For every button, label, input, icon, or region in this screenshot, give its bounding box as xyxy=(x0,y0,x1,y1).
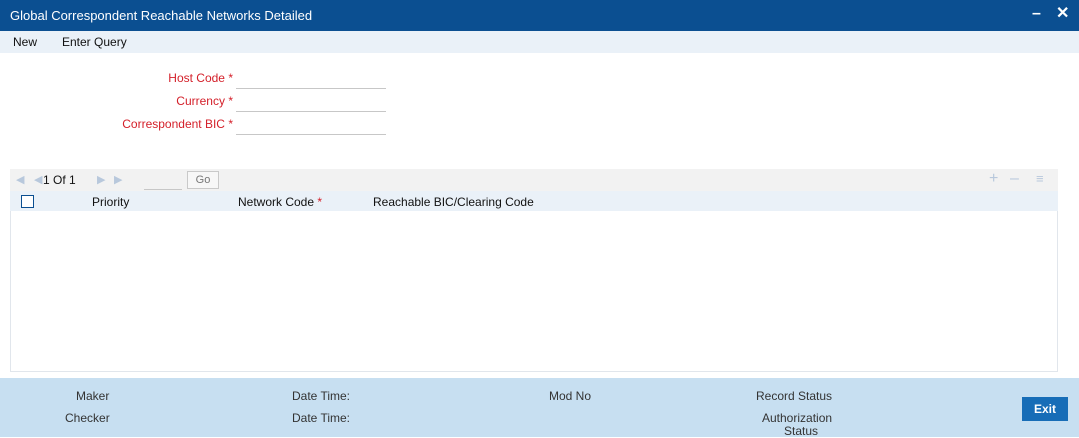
menu-enter-query[interactable]: Enter Query xyxy=(62,35,127,49)
column-network-code[interactable]: Network Code * xyxy=(238,195,322,209)
authorization-status-label-line1: Authorization xyxy=(762,411,833,425)
next-page-icon[interactable]: ▶ xyxy=(97,173,105,186)
correspondent-bic-row: Correspondent BIC * xyxy=(0,115,233,135)
page-number-input[interactable] xyxy=(144,173,182,190)
last-page-icon[interactable]: ▶​ xyxy=(114,173,122,186)
mod-no-label: Mod No xyxy=(549,389,592,403)
delete-row-icon[interactable]: – xyxy=(1010,170,1019,188)
audit-footer: Maker Checker Date Time: Date Time: Mod … xyxy=(0,378,1079,438)
currency-label: Currency * xyxy=(176,94,233,108)
authorization-status-label-line2: Status xyxy=(784,424,819,438)
title-bar: Global Correspondent Reachable Networks … xyxy=(0,0,1079,31)
minimize-button[interactable]: – xyxy=(1032,5,1041,23)
first-page-icon[interactable]: ◀​ xyxy=(16,173,24,186)
column-reachable-bic[interactable]: Reachable BIC/Clearing Code xyxy=(373,195,534,209)
host-code-input[interactable] xyxy=(236,70,386,89)
go-button[interactable]: Go xyxy=(187,171,219,189)
single-view-icon[interactable]: ≡ xyxy=(1036,171,1044,186)
maker-label: Maker xyxy=(76,389,110,403)
checker-label: Checker xyxy=(65,411,110,425)
page-indicator: 1 Of 1 xyxy=(43,173,76,187)
grid-toolbar: ◀​ ◀ 1 Of 1 ▶ ▶​ Go + – ≡ xyxy=(10,169,1058,191)
close-button[interactable]: ✕ xyxy=(1056,5,1069,23)
maker-date-time-label: Date Time: xyxy=(292,389,351,403)
prev-page-icon[interactable]: ◀ xyxy=(34,173,42,186)
currency-row: Currency * xyxy=(0,92,233,112)
exit-button[interactable]: Exit xyxy=(1022,397,1068,421)
correspondent-bic-label: Correspondent BIC * xyxy=(122,117,233,131)
grid-header: Priority Network Code * Reachable BIC/Cl… xyxy=(10,191,1058,211)
grid-body xyxy=(10,211,1058,372)
host-code-row: Host Code * xyxy=(0,69,233,89)
host-code-label: Host Code * xyxy=(168,71,233,85)
menu-bar: New Enter Query xyxy=(0,31,1079,53)
record-status-label: Record Status xyxy=(756,389,833,403)
currency-input[interactable] xyxy=(236,93,386,112)
window-title: Global Correspondent Reachable Networks … xyxy=(10,8,313,23)
column-priority[interactable]: Priority xyxy=(92,195,129,209)
checker-date-time-label: Date Time: xyxy=(292,411,351,425)
select-all-checkbox[interactable] xyxy=(21,195,34,208)
menu-new[interactable]: New xyxy=(13,35,37,49)
correspondent-bic-input[interactable] xyxy=(236,116,386,135)
add-row-icon[interactable]: + xyxy=(989,170,998,188)
